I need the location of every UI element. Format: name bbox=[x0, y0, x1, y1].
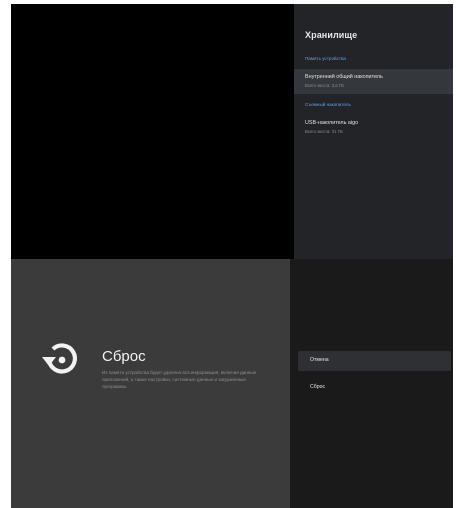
cancel-button[interactable]: Отмена bbox=[298, 351, 451, 371]
storage-panel: Хранилище Память устройства Внутренний о… bbox=[294, 4, 453, 259]
storage-item-internal[interactable]: Внутренний общий накопитель Всего места:… bbox=[294, 69, 453, 94]
reset-title: Сброс bbox=[102, 348, 146, 365]
storage-title: Хранилище bbox=[305, 30, 358, 40]
section-header-removable: Съемный накопитель bbox=[305, 102, 351, 107]
reset-info-panel: Сброс Из памяти устройства будет удалена… bbox=[11, 259, 290, 508]
storage-item-usb[interactable]: USB-накопитель aigo Всего места: 31 ГБ bbox=[294, 115, 453, 140]
storage-item-name: USB-накопитель aigo bbox=[305, 120, 359, 126]
cancel-button-label: Отмена bbox=[310, 357, 329, 363]
storage-item-size: Всего места: 31 ГБ bbox=[305, 129, 343, 134]
section-header-device-memory: Память устройства bbox=[305, 56, 346, 61]
actions-panel: Отмена Сброс bbox=[290, 259, 453, 508]
storage-item-size: Всего места: 3,6 ГБ bbox=[305, 83, 344, 88]
video-preview-area bbox=[11, 4, 294, 259]
tv-screen: Хранилище Память устройства Внутренний о… bbox=[11, 4, 453, 508]
restore-icon bbox=[42, 343, 77, 374]
reset-description: Из памяти устройства будет удалена вся и… bbox=[102, 370, 257, 390]
reset-button[interactable]: Сброс bbox=[298, 378, 451, 398]
storage-item-name: Внутренний общий накопитель bbox=[305, 74, 383, 80]
reset-button-label: Сброс bbox=[310, 384, 326, 390]
